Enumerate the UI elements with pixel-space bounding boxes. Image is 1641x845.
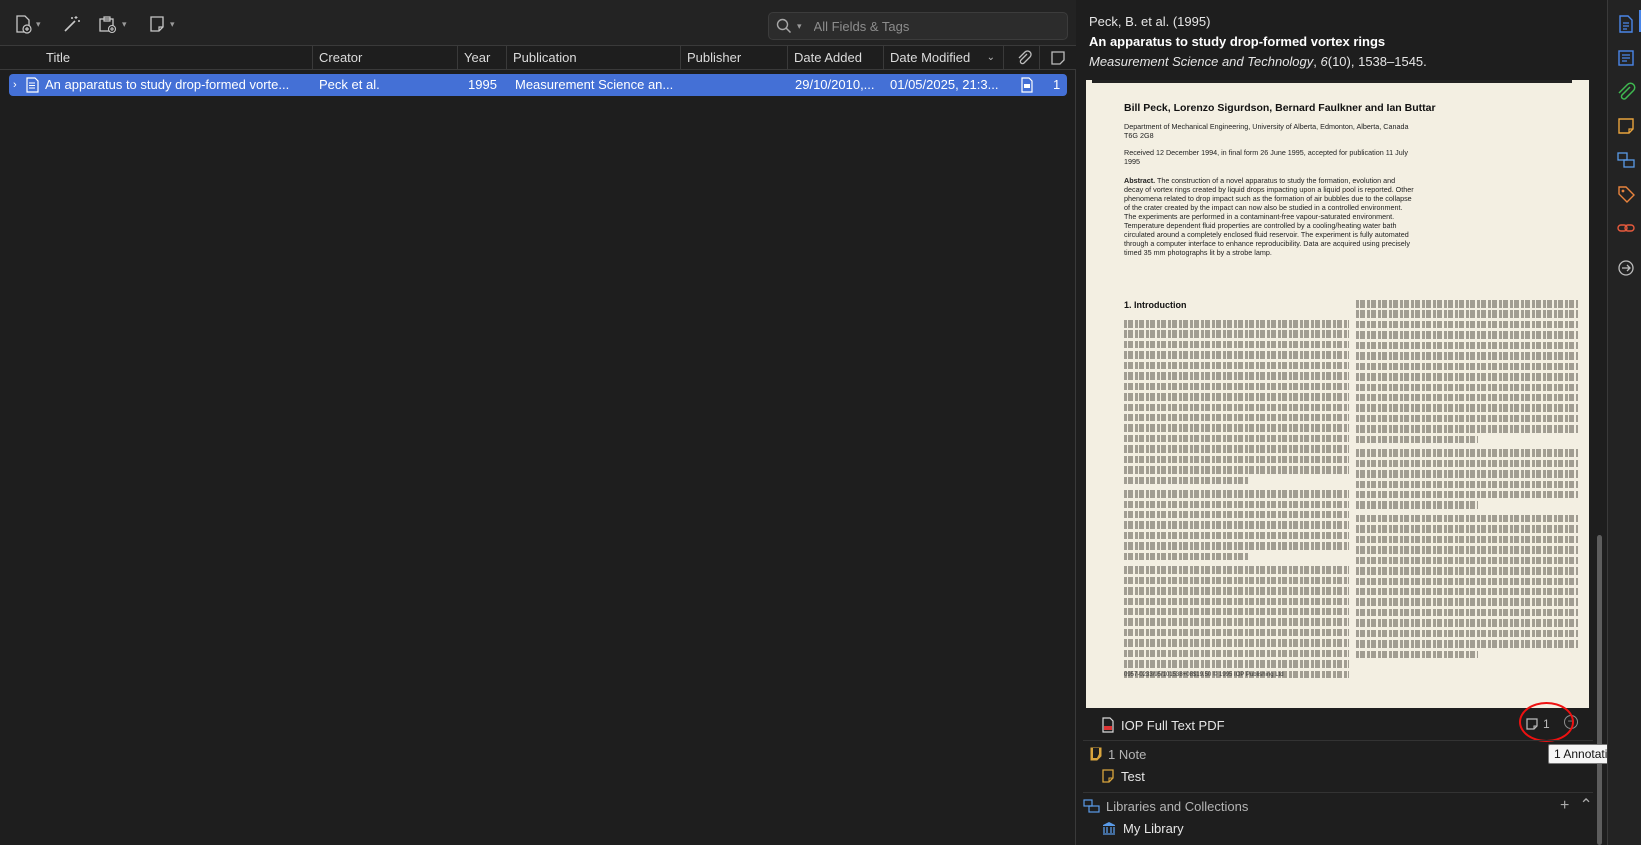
- pdf-file-icon: [1102, 717, 1114, 733]
- note-item-label: Test: [1121, 768, 1145, 784]
- publication-details: (10), 1538–1545.: [1327, 54, 1427, 69]
- add-attachment-button[interactable]: ▾: [98, 12, 127, 36]
- zotero-window: ▾ ▾ ▾ ▾ Title Creator Year Publi: [0, 0, 1641, 845]
- pdf-column-left: [1124, 320, 1349, 681]
- column-date-modified-label: Date Modified: [890, 50, 971, 65]
- pdf-received: Received 12 December 1994, in final form…: [1124, 148, 1408, 166]
- notes-header-label: 1 Note: [1108, 746, 1147, 762]
- tags-section-icon[interactable]: [1616, 184, 1636, 204]
- new-item-button[interactable]: ▾: [14, 12, 41, 36]
- column-publication[interactable]: Publication: [507, 46, 681, 70]
- notes-section-icon[interactable]: [1616, 116, 1636, 136]
- column-date-added[interactable]: Date Added: [788, 46, 884, 70]
- journal-name: Measurement Science and Technology: [1089, 54, 1314, 69]
- item-date-added: 29/10/2010,...: [795, 77, 875, 92]
- pdf-preview[interactable]: Bill Peck, Lorenzo Sigurdson, Bernard Fa…: [1086, 80, 1589, 708]
- pdf-abstract-label: Abstract.: [1124, 176, 1156, 185]
- search-icon: [776, 18, 792, 34]
- item-date-modified: 01/05/2025, 21:3...: [890, 77, 999, 92]
- pdf-column-right: [1356, 300, 1578, 661]
- library-item-label: My Library: [1123, 820, 1184, 836]
- item-header: Peck, B. et al. (1995) An apparatus to s…: [1089, 14, 1599, 69]
- libraries-header-label: Libraries and Collections: [1106, 798, 1249, 814]
- item-creator: Peck et al.: [319, 77, 380, 92]
- pdf-affiliation: Department of Mechanical Engineering, Un…: [1124, 122, 1409, 140]
- column-date-modified[interactable]: Date Modified ⌄: [884, 46, 1004, 70]
- related-section-icon[interactable]: [1616, 218, 1636, 238]
- items-pane: ▾ ▾ ▾ ▾ Title Creator Year Publi: [0, 0, 1076, 845]
- new-note-button[interactable]: ▾: [148, 12, 175, 36]
- libraries-section-header[interactable]: Libraries and Collections: [1083, 798, 1248, 814]
- pdf-authors: Bill Peck, Lorenzo Sigurdson, Bernard Fa…: [1124, 102, 1436, 114]
- paperclip-icon: [1018, 50, 1032, 65]
- notes-section-header[interactable]: 1 Note: [1089, 746, 1146, 762]
- chevron-down-icon: ▾: [170, 18, 175, 29]
- note-icon: [150, 16, 164, 32]
- expand-chevron-icon[interactable]: ›: [13, 74, 17, 96]
- item-publication-line: Measurement Science and Technology, 6(10…: [1089, 54, 1427, 69]
- locate-icon[interactable]: [1616, 258, 1636, 278]
- add-by-identifier-button[interactable]: [62, 12, 82, 36]
- item-pane-sidenav: [1607, 0, 1641, 845]
- item-pane-scrollbar[interactable]: [1597, 535, 1602, 845]
- search-input[interactable]: [813, 18, 1054, 34]
- note-item[interactable]: Test: [1101, 768, 1145, 784]
- magic-wand-icon: [64, 16, 80, 32]
- column-notes[interactable]: [1040, 46, 1076, 70]
- pdf-abstract: Abstract. The construction of a novel ap…: [1124, 176, 1414, 257]
- abstract-section-icon[interactable]: [1616, 48, 1636, 68]
- column-creator[interactable]: Creator: [313, 46, 458, 70]
- item-notes-count: 1: [1053, 77, 1061, 92]
- library-icon: [1103, 822, 1115, 835]
- table-row[interactable]: › An apparatus to study drop-formed vort…: [9, 74, 1067, 96]
- attachment-label: IOP Full Text PDF: [1121, 717, 1225, 733]
- sort-chevron-icon: ⌄: [986, 52, 995, 63]
- section-divider: [1083, 792, 1593, 793]
- pdf-attachment-icon[interactable]: [1020, 77, 1034, 93]
- pdf-abstract-text: The construction of a novel apparatus to…: [1124, 176, 1414, 257]
- libraries-collections-icon: [1083, 799, 1100, 813]
- search-mode-chevron-icon[interactable]: ▾: [797, 21, 802, 32]
- item-pane: Peck, B. et al. (1995) An apparatus to s…: [1077, 0, 1627, 845]
- collapse-chevron-icon[interactable]: ⌃: [1579, 798, 1592, 814]
- add-to-collection-icon[interactable]: +: [1560, 798, 1569, 814]
- column-headers: Title Creator Year Publication Publisher…: [0, 46, 1076, 70]
- libraries-controls: + ⌃: [1560, 798, 1593, 814]
- libraries-section-icon[interactable]: [1616, 150, 1636, 170]
- attachment-add-icon: [99, 16, 117, 34]
- search-box[interactable]: ▾: [768, 12, 1068, 40]
- column-title[interactable]: Title: [0, 46, 313, 70]
- attachments-section-icon[interactable]: [1616, 82, 1636, 102]
- item-publication: Measurement Science an...: [515, 77, 674, 92]
- section-divider: [1083, 740, 1593, 741]
- chevron-down-icon: ▾: [122, 18, 127, 29]
- note-item-icon: [1102, 769, 1114, 783]
- library-item[interactable]: My Library: [1101, 820, 1184, 836]
- note-section-icon: [1090, 747, 1102, 761]
- pdf-section-heading: 1. Introduction: [1124, 300, 1187, 310]
- journal-article-icon: [26, 77, 39, 93]
- item-authors-year: Peck, B. et al. (1995): [1089, 14, 1211, 29]
- pdf-footer: 0957-0233/95/101538+08$19.50 © 1995 IOP …: [1124, 672, 1284, 678]
- column-attachments[interactable]: [1004, 46, 1040, 70]
- journal-volume: 6: [1320, 54, 1328, 69]
- pdf-rule: [1092, 80, 1572, 83]
- highlight-circle: [1519, 702, 1574, 742]
- chevron-down-icon: ▾: [36, 18, 41, 29]
- item-publisher: [681, 74, 781, 96]
- info-section-icon[interactable]: [1616, 14, 1636, 34]
- item-title: An apparatus to study drop-formed vorte.…: [45, 77, 290, 92]
- column-year[interactable]: Year: [458, 46, 507, 70]
- note-column-icon: [1051, 51, 1065, 65]
- item-pane-title[interactable]: An apparatus to study drop-formed vortex…: [1089, 34, 1599, 49]
- item-year: 1995: [468, 77, 497, 92]
- new-item-icon: [16, 15, 32, 34]
- items-toolbar: ▾ ▾ ▾ ▾: [0, 0, 1076, 46]
- attachment-row[interactable]: IOP Full Text PDF: [1101, 714, 1571, 736]
- column-publisher[interactable]: Publisher: [681, 46, 788, 70]
